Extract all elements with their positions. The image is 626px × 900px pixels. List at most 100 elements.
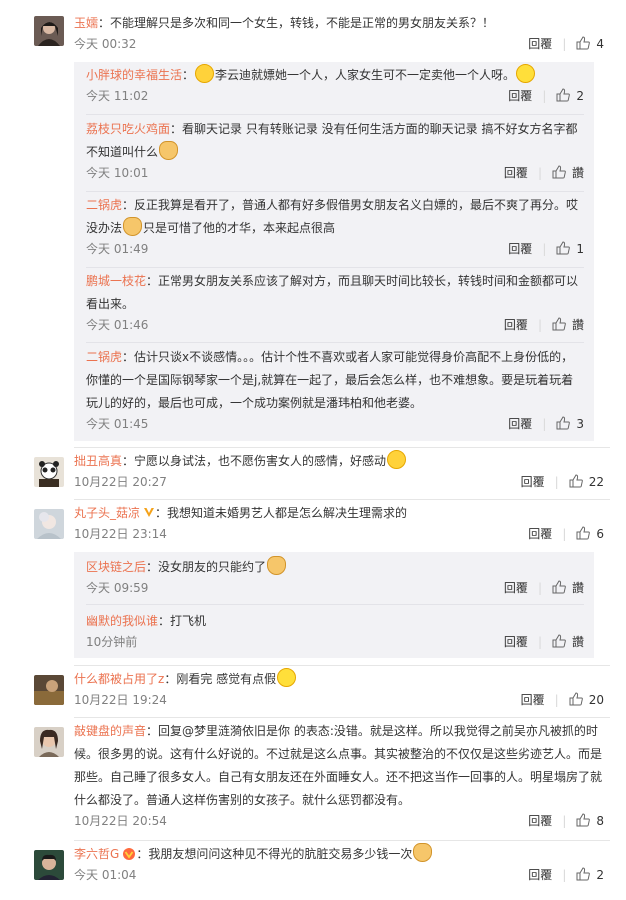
divider: | (537, 318, 542, 332)
divider: | (542, 89, 547, 103)
reply-content: ：估计只谈x不谈感情。。。估计个性不喜欢或者人家可能觉得身价高配不上身份低的，你… (86, 350, 574, 410)
thumbs-up-icon[interactable] (569, 692, 583, 709)
reply-button[interactable]: 回覆 (521, 693, 545, 707)
reply-item: 区块链之后：没女朋友的只能约了 今天 09:59 回覆 | 讚 (86, 556, 584, 599)
reply-button[interactable]: 回覆 (521, 475, 545, 489)
comment-content: ：我想知道未婚男艺人都是怎么解决生理需求的 (155, 506, 408, 520)
thumbs-up-icon[interactable] (556, 88, 571, 105)
reply-button[interactable]: 回覆 (504, 635, 528, 649)
avatar[interactable] (34, 16, 64, 46)
comment-meta: 今天 00:32 回覆 | 4 (74, 35, 604, 55)
reply-button[interactable]: 回覆 (528, 868, 552, 882)
username-link[interactable]: 丸子头_菇凉 (74, 506, 140, 520)
reply-content: ：正常男女朋友关系应该了解对方，而且聊天时间比较长，转钱时间和金额都可以看出来。 (86, 274, 579, 311)
username-link[interactable]: 鹏城一枝花 (86, 274, 146, 288)
thumbs-up-icon[interactable] (556, 416, 571, 433)
divider: | (562, 814, 567, 828)
username-link[interactable]: 区块链之后 (86, 560, 146, 574)
comment-time: 10月22日 23:14 (74, 527, 167, 541)
reply-button[interactable]: 回覆 (508, 417, 532, 431)
like-count: 讚 (571, 635, 584, 649)
reply-button[interactable]: 回覆 (528, 814, 552, 828)
thumbs-up-icon[interactable] (576, 813, 591, 830)
divider (86, 114, 584, 115)
divider (86, 191, 584, 192)
username-link[interactable]: 二锅虎 (86, 198, 122, 212)
thumbs-up-icon[interactable] (576, 36, 591, 53)
thumbs-up-icon[interactable] (556, 241, 571, 258)
avatar[interactable] (34, 509, 64, 539)
reply-button[interactable]: 回覆 (528, 37, 552, 51)
avatar[interactable] (34, 675, 64, 705)
username-link[interactable]: 拙丑高真 (74, 454, 122, 468)
divider (74, 840, 610, 841)
cat-emoji-icon (123, 217, 143, 236)
comment-content: ：我朋友想问问这种见不得光的肮脏交易多少钱一次 (136, 847, 413, 861)
reply-content: ：没女朋友的只能约了 (146, 560, 267, 574)
like-count: 2 (596, 868, 604, 882)
divider: | (562, 37, 567, 51)
thumbs-up-icon[interactable] (552, 165, 566, 182)
reply-button[interactable]: 回覆 (504, 318, 528, 332)
reply-button[interactable]: 回覆 (508, 242, 532, 256)
like-count: 1 (576, 242, 584, 256)
comment-text: 敲键盘的声音：回复@梦里涟漪依旧是你 的表态:没错。就是这样。所以我觉得之前吴亦… (74, 720, 604, 812)
reply-content: ：打飞机 (158, 614, 207, 628)
username-link[interactable]: 小胖球的幸福生活 (86, 68, 182, 82)
thumbs-up-icon[interactable] (552, 580, 566, 597)
divider (74, 717, 610, 718)
comment-time: 今天 00:32 (74, 37, 137, 51)
comment-content: ：不能理解只是多次和同一个女生，转钱，不能是正常的男女朋友关系？！ (98, 16, 495, 30)
reply-time: 今天 01:45 (86, 417, 149, 431)
reply-button[interactable]: 回覆 (508, 89, 532, 103)
username-link[interactable]: 二锅虎 (86, 350, 122, 364)
like-count: 22 (588, 475, 604, 489)
thumbs-up-icon[interactable] (552, 634, 566, 651)
like-count: 讚 (571, 318, 584, 332)
like-count: 2 (576, 89, 584, 103)
reply-item: 小胖球的幸福生活： 李云迪就嫖她一个人，人家女生可不一定卖他一个人呀。 今天 11… (86, 64, 584, 107)
avatar[interactable] (34, 457, 64, 487)
cat-emoji-icon (267, 556, 287, 575)
smile-emoji-icon (387, 450, 407, 469)
divider: | (542, 417, 547, 431)
username-link[interactable]: 荔枝只吃火鸡面 (86, 122, 170, 136)
reply-item: 鹏城一枝花：正常男女朋友关系应该了解对方，而且聊天时间比较长，转钱时间和金额都可… (86, 270, 584, 336)
divider (74, 447, 610, 448)
reply-item: 幽默的我似谁：打飞机 10分钟前 回覆 | 讚 (86, 610, 584, 653)
reply-content: 李云迪就嫖她一个人，人家女生可不一定卖他一个人呀。 (215, 68, 516, 82)
divider: | (537, 166, 542, 180)
like-count: 3 (576, 417, 584, 431)
comment-text: 玉嬬：不能理解只是多次和同一个女生，转钱，不能是正常的男女朋友关系？！ (74, 12, 604, 35)
username-link[interactable]: 敲键盘的声音 (74, 724, 146, 738)
comment-time: 10月22日 20:54 (74, 814, 167, 828)
comment-text: 什么都被占用了z：刚看完 感觉有点假 (74, 668, 604, 691)
reply-item: 荔枝只吃火鸡面：看聊天记录 只有转账记录 没有任何生活方面的聊天记录 搞不好女方… (86, 118, 584, 184)
thumbs-up-icon[interactable] (569, 474, 583, 491)
comment-content: ：刚看完 感觉有点假 (164, 672, 277, 686)
username-link[interactable]: 李六哲G (74, 847, 119, 861)
comment-time: 10月22日 19:24 (74, 693, 167, 707)
reply-time: 今天 09:59 (86, 581, 149, 595)
divider (74, 665, 610, 666)
comment-panel: 玉嬬：不能理解只是多次和同一个女生，转钱，不能是正常的男女朋友关系？！ 今天 0… (24, 0, 610, 900)
divider: | (554, 693, 559, 707)
comment-text: 丸子头_菇凉 ：我想知道未婚男艺人都是怎么解决生理需求的 (74, 502, 604, 525)
reply-time: 今天 10:01 (86, 166, 149, 180)
avatar[interactable] (34, 850, 64, 880)
comment-text: 拙丑高真：宁愿以身试法，也不愿伤害女人的感情，好感动 (74, 450, 604, 473)
vip-badge-icon (122, 845, 136, 860)
thumbs-up-icon[interactable] (552, 317, 566, 334)
username-link[interactable]: 什么都被占用了z (74, 672, 164, 686)
username-link[interactable]: 玉嬬 (74, 16, 98, 30)
reply-content: ： (182, 68, 195, 82)
like-count: 8 (596, 814, 604, 828)
thumbs-up-icon[interactable] (576, 867, 591, 884)
reply-button[interactable]: 回覆 (504, 581, 528, 595)
username-link[interactable]: 幽默的我似谁 (86, 614, 158, 628)
reply-button[interactable]: 回覆 (504, 166, 528, 180)
laugh-emoji-icon (277, 668, 297, 687)
reply-button[interactable]: 回覆 (528, 527, 552, 541)
thumbs-up-icon[interactable] (576, 526, 591, 543)
avatar[interactable] (34, 727, 64, 757)
